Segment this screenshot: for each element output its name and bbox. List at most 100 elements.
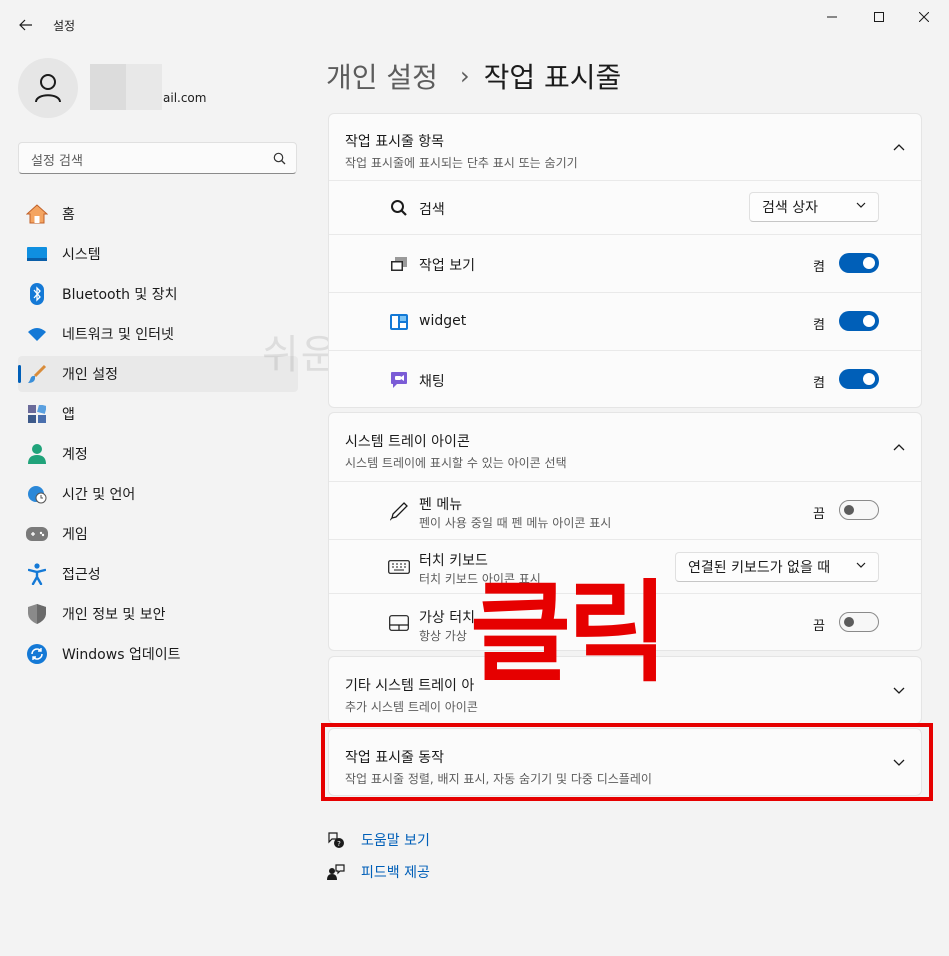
- person-icon: [35, 74, 61, 103]
- update-icon: [26, 643, 48, 665]
- sidebar-item-privacy[interactable]: 개인 정보 및 보안: [18, 596, 298, 632]
- gamepad-icon: [26, 523, 48, 545]
- dropdown-value: 연결된 키보드가 없을 때: [688, 560, 831, 576]
- globe-clock-icon: [26, 483, 48, 505]
- section-subtitle: 시스템 트레이에 표시할 수 있는 아이콘 선택: [345, 456, 567, 470]
- chevron-down-icon: [893, 687, 905, 694]
- blurred-account-name: [90, 64, 162, 110]
- pen-icon: [387, 499, 411, 523]
- toggle-state-text: 켬: [813, 376, 825, 391]
- chat-toggle[interactable]: [839, 369, 879, 389]
- search-icon: [387, 196, 411, 220]
- breadcrumb-separator: ›: [459, 62, 470, 90]
- chevron-down-icon: [856, 562, 866, 568]
- chevron-down-icon: [856, 202, 866, 208]
- breadcrumb-parent[interactable]: 개인 설정: [326, 56, 438, 96]
- sidebar-item-accessibility[interactable]: 접근성: [18, 556, 298, 592]
- section-title: 작업 표시줄 항목: [345, 134, 445, 150]
- shield-icon: [26, 603, 48, 625]
- brush-icon: [26, 363, 48, 385]
- row-sublabel: 항상 가상: [419, 629, 467, 643]
- system-display-icon: [26, 243, 48, 265]
- bluetooth-icon: [26, 283, 48, 305]
- sidebar-item-accounts[interactable]: 계정: [18, 436, 298, 472]
- breadcrumb: 개인 설정 › 작업 표시줄: [326, 56, 621, 96]
- dropdown-value: 검색 상자: [762, 200, 818, 216]
- feedback-icon: [327, 864, 345, 880]
- account-icon: [26, 443, 48, 465]
- keyboard-icon: [387, 555, 411, 579]
- search-row: 검색 검색 상자: [329, 180, 921, 235]
- task-view-icon: [387, 252, 411, 276]
- toggle-state-text: 켬: [813, 260, 825, 275]
- close-icon: [919, 12, 929, 22]
- toggle-state-text: 켬: [813, 318, 825, 333]
- account-email: ail.com: [163, 91, 207, 105]
- search-input[interactable]: 설정 검색: [31, 150, 83, 169]
- row-label: widget: [419, 313, 467, 329]
- page-title: 작업 표시줄: [483, 61, 622, 94]
- taskbar-items-header[interactable]: 작업 표시줄 항목 작업 표시줄에 표시되는 단추 표시 또는 숨기기: [329, 114, 921, 180]
- sidebar-item-time-language[interactable]: 시간 및 언어: [18, 476, 298, 512]
- search-mode-dropdown[interactable]: 검색 상자: [749, 192, 879, 222]
- sidebar-item-personalization[interactable]: 개인 설정: [18, 356, 298, 392]
- get-help-link[interactable]: ? 도움말 보기: [327, 830, 430, 850]
- maximize-button[interactable]: [856, 1, 902, 33]
- sidebar-item-windows-update[interactable]: Windows 업데이트: [18, 636, 298, 672]
- sidebar-item-network[interactable]: 네트워크 및 인터넷: [18, 316, 298, 352]
- row-label: 가상 터치: [419, 610, 475, 626]
- annotation-highlight-box: [321, 723, 933, 801]
- toggle-state-text: 끔: [813, 507, 825, 522]
- touchpad-icon: [387, 611, 411, 635]
- help-icon: ?: [328, 832, 344, 848]
- widget-toggle[interactable]: [839, 311, 879, 331]
- back-button[interactable]: [14, 14, 38, 36]
- apps-icon: [26, 403, 48, 425]
- svg-text:?: ?: [337, 840, 341, 848]
- close-button[interactable]: [901, 1, 947, 33]
- row-label: 채팅: [419, 374, 445, 390]
- section-title: 시스템 트레이 아이콘: [345, 434, 470, 450]
- settings-search-box[interactable]: 설정 검색: [18, 142, 297, 174]
- row-label: 검색: [419, 202, 445, 218]
- row-sublabel: 펜이 사용 중일 때 펜 메뉴 아이콘 표시: [419, 516, 612, 530]
- annotation-click-label: 클릭: [470, 569, 668, 697]
- section-subtitle: 추가 시스템 트레이 아이콘: [345, 700, 478, 714]
- give-feedback-label: 피드백 제공: [361, 865, 430, 881]
- widget-row: widget 켬: [329, 292, 921, 351]
- row-label: 작업 보기: [419, 258, 475, 274]
- selection-indicator: [18, 365, 21, 383]
- wifi-icon: [26, 323, 48, 345]
- widgets-icon: [387, 310, 411, 334]
- back-arrow-icon: [19, 19, 32, 31]
- search-icon: [273, 152, 286, 165]
- get-help-label: 도움말 보기: [361, 833, 430, 849]
- task-view-toggle[interactable]: [839, 253, 879, 273]
- chat-icon: [387, 368, 411, 392]
- pen-menu-row: 펜 메뉴 펜이 사용 중일 때 펜 메뉴 아이콘 표시 끔: [329, 481, 921, 540]
- row-label: 펜 메뉴: [419, 497, 463, 513]
- section-title: 기타 시스템 트레이 아: [345, 678, 475, 694]
- minimize-button[interactable]: [809, 1, 855, 33]
- section-subtitle: 작업 표시줄에 표시되는 단추 표시 또는 숨기기: [345, 156, 578, 170]
- sidebar-item-bluetooth[interactable]: Bluetooth 및 장치: [18, 276, 298, 312]
- sidebar-item-system[interactable]: 시스템: [18, 236, 298, 272]
- avatar[interactable]: [18, 58, 78, 118]
- sidebar-item-gaming[interactable]: 게임: [18, 516, 298, 552]
- row-label: 터치 키보드: [419, 553, 488, 569]
- home-icon: [26, 203, 48, 225]
- window-title: 설정: [53, 19, 76, 33]
- toggle-state-text: 끔: [813, 619, 825, 634]
- pen-menu-toggle[interactable]: [839, 500, 879, 520]
- accessibility-icon: [26, 563, 48, 585]
- maximize-icon: [874, 12, 884, 22]
- sidebar-item-home[interactable]: 홈: [18, 196, 298, 232]
- give-feedback-link[interactable]: 피드백 제공: [327, 862, 430, 882]
- virtual-touchpad-toggle[interactable]: [839, 612, 879, 632]
- sidebar-item-apps[interactable]: 앱: [18, 396, 298, 432]
- chevron-up-icon: [893, 144, 905, 151]
- chat-row: 채팅 켬: [329, 350, 921, 409]
- touch-keyboard-dropdown[interactable]: 연결된 키보드가 없을 때: [675, 552, 879, 582]
- system-tray-header[interactable]: 시스템 트레이 아이콘 시스템 트레이에 표시할 수 있는 아이콘 선택: [329, 413, 921, 481]
- minimize-icon: [827, 16, 837, 18]
